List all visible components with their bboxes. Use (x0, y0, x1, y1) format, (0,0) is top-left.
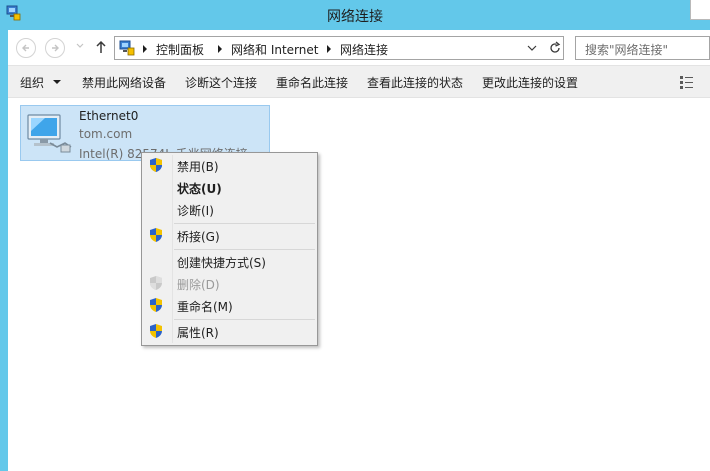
menu-separator (174, 223, 315, 224)
breadcrumb-chevron-icon (218, 45, 222, 53)
connections-list: Ethernet0 tom.com Intel(R) 82574L 千兆网络连接 (8, 98, 710, 471)
organize-chevron-down-icon[interactable] (53, 80, 61, 84)
connection-name: Ethernet0 (79, 109, 139, 123)
view-status-button[interactable]: 查看此连接的状态 (367, 74, 463, 91)
menu-item-bridge[interactable]: 桥接(G) (144, 225, 315, 246)
search-placeholder: 搜索"网络连接" (585, 43, 669, 57)
menu-separator (174, 319, 315, 320)
breadcrumb-control-panel[interactable]: 控制面板 (156, 41, 204, 58)
menu-item-diagnose[interactable]: 诊断(I) (144, 199, 315, 220)
menu-item-label: 重命名(M) (177, 300, 233, 314)
organize-button[interactable]: 组织 (20, 74, 44, 91)
change-view-icon[interactable] (679, 74, 695, 90)
menu-item-status[interactable]: 状态(U) (144, 177, 315, 198)
menu-item-delete[interactable]: 删除(D) (144, 273, 315, 294)
menu-item-label: 删除(D) (177, 278, 220, 292)
menu-item-disable[interactable]: 禁用(B) (144, 155, 315, 176)
breadcrumb-chevron-icon (143, 45, 147, 53)
breadcrumb-chevron-icon (327, 45, 331, 53)
menu-item-rename[interactable]: 重命名(M) (144, 295, 315, 316)
uac-shield-icon (150, 158, 162, 172)
connection-network: tom.com (79, 127, 133, 141)
uac-shield-icon (150, 298, 162, 312)
uac-shield-disabled-icon (150, 276, 162, 290)
menu-item-label: 属性(R) (177, 326, 219, 340)
change-settings-button[interactable]: 更改此连接的设置 (482, 74, 578, 91)
explorer-window: 控制面板 网络和 Internet 网络连接 搜索"网络连接" 组织 禁用此网络… (8, 30, 710, 471)
minimize-button[interactable] (690, 0, 710, 20)
uac-shield-icon (150, 324, 162, 338)
control-panel-icon (119, 40, 135, 56)
menu-item-label: 诊断(I) (177, 204, 214, 218)
title-bar: 网络连接 (0, 0, 710, 30)
up-arrow-icon[interactable] (95, 40, 107, 54)
navigation-bar: 控制面板 网络和 Internet 网络连接 搜索"网络连接" (8, 30, 710, 65)
command-bar: 组织 禁用此网络设备 诊断这个连接 重命名此连接 查看此连接的状态 更改此连接的… (8, 65, 710, 98)
search-input[interactable]: 搜索"网络连接" (575, 36, 710, 60)
refresh-icon[interactable] (548, 41, 562, 55)
recent-locations-chevron-down-icon[interactable] (76, 43, 84, 49)
breadcrumb-network-internet[interactable]: 网络和 Internet (231, 41, 318, 58)
breadcrumb-network-connections[interactable]: 网络连接 (340, 41, 388, 58)
menu-separator (174, 249, 315, 250)
disable-device-button[interactable]: 禁用此网络设备 (82, 74, 166, 91)
uac-shield-icon (150, 228, 162, 242)
address-bar[interactable]: 控制面板 网络和 Internet 网络连接 (114, 36, 564, 60)
address-history-chevron-down-icon[interactable] (527, 45, 537, 52)
menu-item-create-shortcut[interactable]: 创建快捷方式(S) (144, 251, 315, 272)
menu-item-label: 创建快捷方式(S) (177, 256, 266, 270)
menu-item-label: 状态(U) (177, 182, 222, 196)
forward-arrow-icon (52, 44, 59, 52)
diagnose-connection-button[interactable]: 诊断这个连接 (185, 74, 257, 91)
forward-button[interactable] (45, 38, 65, 58)
menu-item-properties[interactable]: 属性(R) (144, 321, 315, 342)
window-title: 网络连接 (327, 9, 383, 25)
back-button[interactable] (16, 38, 36, 58)
context-menu: 禁用(B) 状态(U) 诊断(I) 桥接(G) 创建快捷方式(S) 删除(D) (141, 152, 318, 346)
back-arrow-icon (22, 44, 29, 52)
menu-item-label: 桥接(G) (177, 230, 220, 244)
rename-connection-button[interactable]: 重命名此连接 (276, 74, 348, 91)
network-adapter-icon (27, 114, 72, 153)
menu-item-label: 禁用(B) (177, 160, 219, 174)
